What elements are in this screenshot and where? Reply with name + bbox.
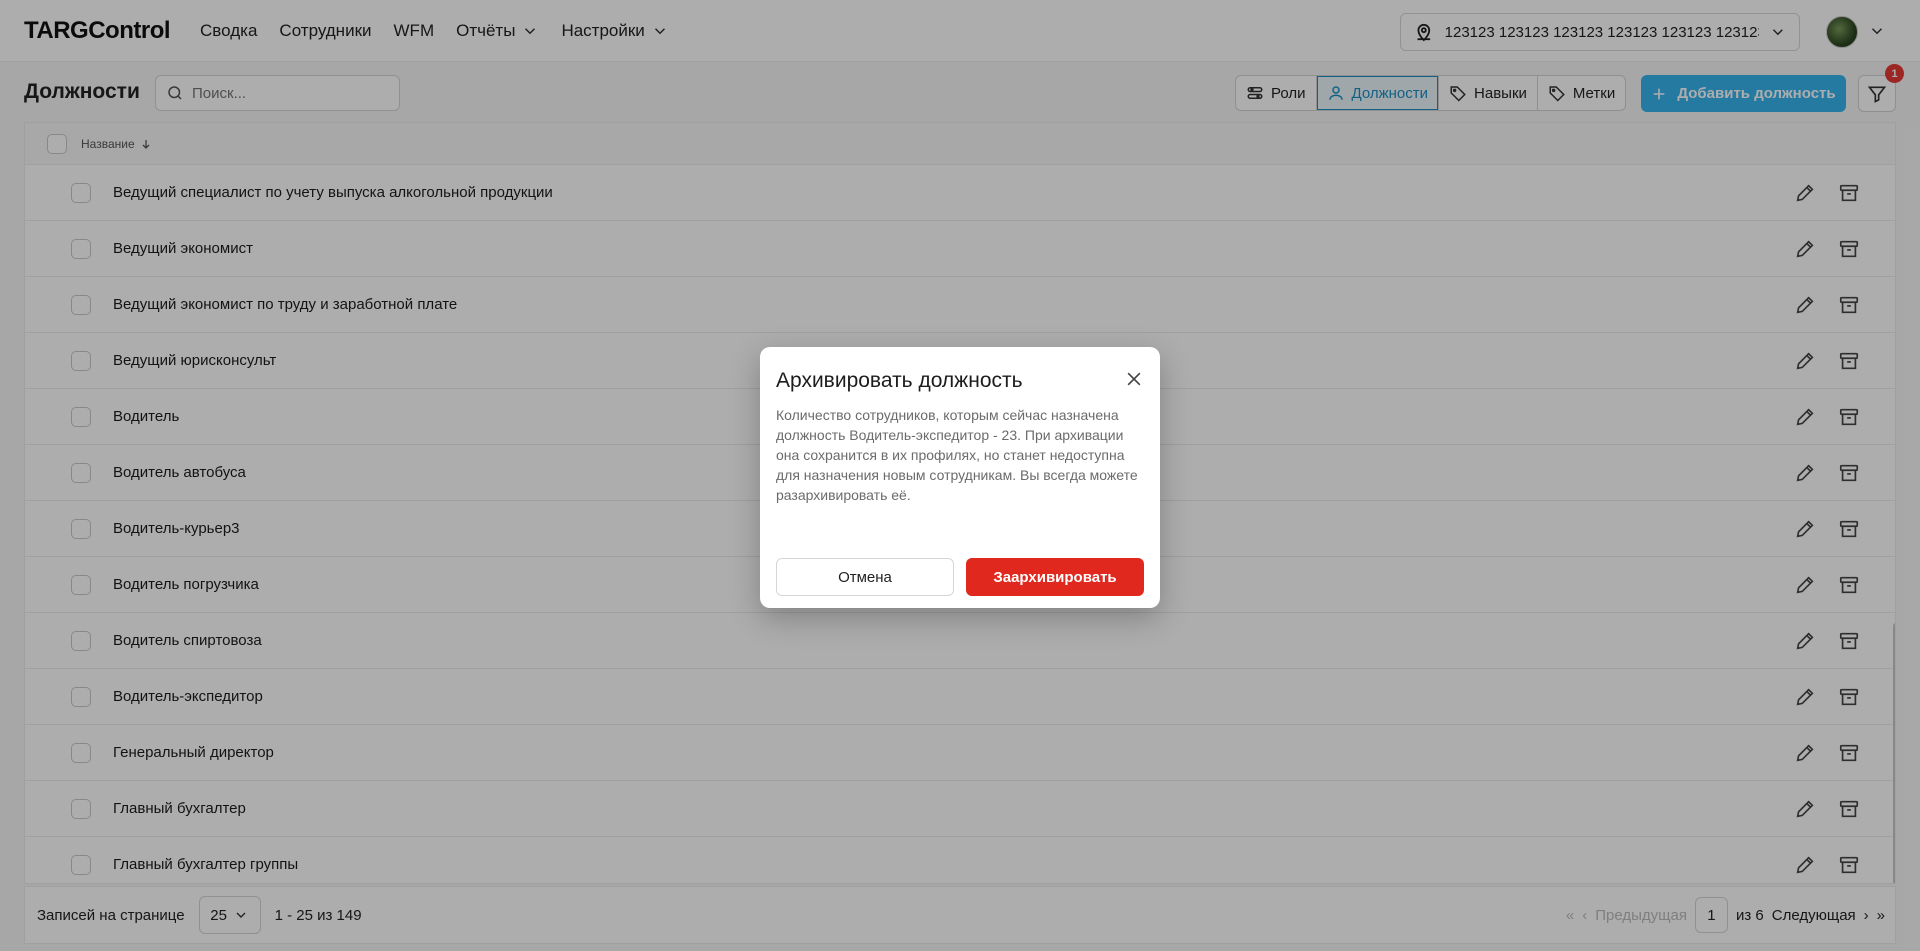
close-icon[interactable] <box>1124 369 1144 389</box>
modal-text: Количество сотрудников, которым сейчас н… <box>776 407 1138 503</box>
modal-title: Архивировать должность <box>776 369 1023 392</box>
archive-button[interactable]: Заархивировать <box>966 558 1144 596</box>
cancel-button[interactable]: Отмена <box>776 558 954 596</box>
archive-modal: Архивировать должность Количество сотруд… <box>760 347 1160 608</box>
